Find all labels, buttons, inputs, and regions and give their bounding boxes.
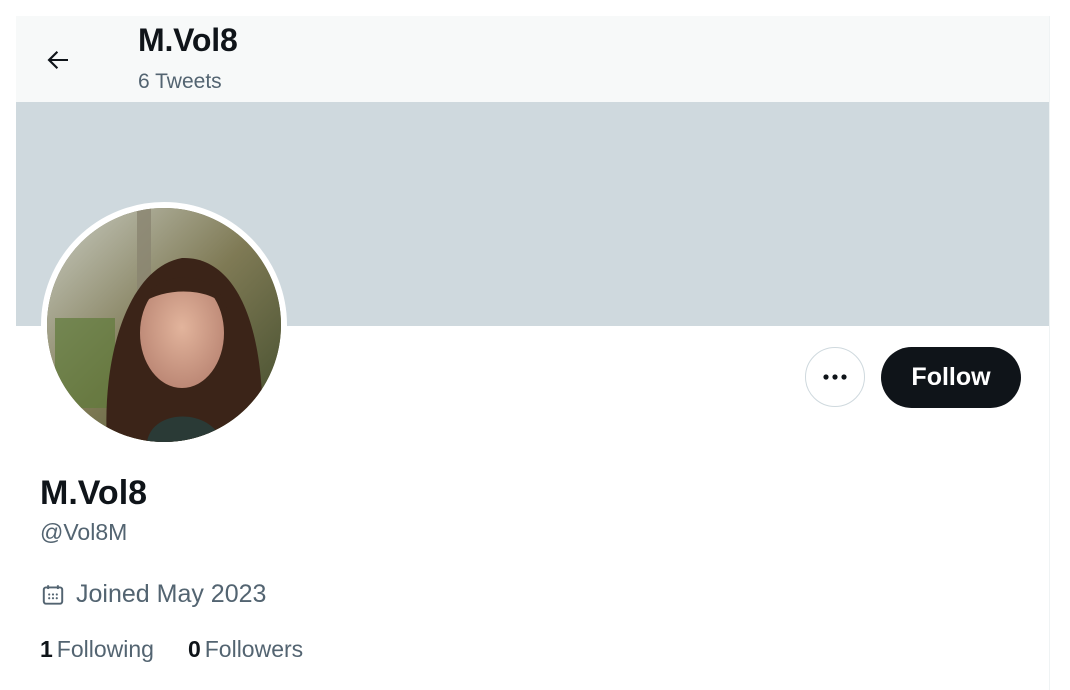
- avatar[interactable]: [41, 202, 287, 448]
- header-title: M.Vol8: [138, 22, 238, 58]
- profile-display-name: M.Vol8: [40, 474, 148, 512]
- joined-date: Joined May 2023: [40, 580, 266, 609]
- back-button[interactable]: [36, 38, 80, 82]
- follow-button[interactable]: Follow: [881, 347, 1021, 408]
- avatar-photo: [47, 208, 281, 442]
- joined-text: Joined May 2023: [76, 580, 267, 608]
- following-label: Following: [56, 636, 154, 662]
- follow-stats: 1 Following 0 Followers: [40, 636, 303, 663]
- following-count: 1: [40, 636, 53, 662]
- more-horizontal-icon: [823, 374, 847, 380]
- tweet-count: 6 Tweets: [138, 70, 222, 93]
- profile-handle: @Vol8M: [40, 519, 128, 545]
- following-link[interactable]: 1 Following: [40, 636, 154, 663]
- followers-link[interactable]: 0 Followers: [188, 636, 303, 663]
- followers-count: 0: [187, 636, 201, 662]
- profile-header-bar: M.Vol8 6 Tweets: [16, 16, 1049, 102]
- followers-label: Followers: [204, 636, 304, 662]
- calendar-icon: [42, 584, 64, 605]
- arrow-left-icon: [47, 51, 68, 69]
- profile-page: M.Vol8 6 Tweets Follow M.Vol8 @Vol8M Joi…: [16, 16, 1050, 690]
- more-options-button[interactable]: [805, 347, 865, 407]
